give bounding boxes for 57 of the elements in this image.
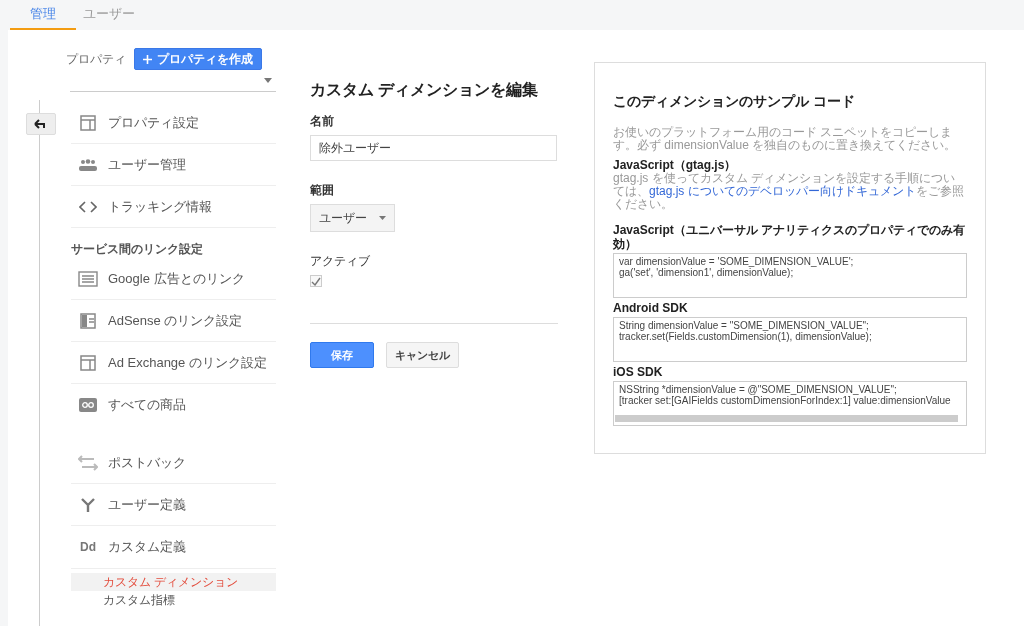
nav-item[interactable]: ユーザー定義	[71, 484, 276, 526]
code-box[interactable]: String dimensionValue = "SOME_DIMENSION_VALUE"; tracker.set(Fields.customDimension(1), dimensionValue);	[613, 317, 967, 362]
nav-subitem[interactable]: カスタム ディメンション	[71, 573, 276, 591]
square-panel-icon	[80, 114, 96, 131]
field-label: 範囲	[310, 182, 335, 199]
snippet-heading: iOS SDK	[613, 365, 664, 379]
back-arrow-icon	[34, 119, 48, 129]
link-tile-icon	[79, 398, 97, 412]
panel-title: このディメンションのサンプル コード	[613, 92, 856, 111]
snippet-heading: JavaScript（ユニバーサル アナリティクスのプロパティでのみ有効）	[613, 223, 967, 251]
fork-icon	[80, 496, 96, 513]
code-box[interactable]: NSString *dimensionValue = @"SOME_DIMENSION_VALUE"; [tracker set:[GAIFields customDimensionForIndex:1] value:dimensionValue	[613, 381, 967, 426]
code-line: tracker.set(Fields.customDimension(1), dimensionValue);	[619, 331, 873, 342]
nav-item[interactable]: トラッキング情報	[71, 186, 276, 228]
plus-icon	[143, 54, 152, 64]
scope-dropdown[interactable]: ユーザー	[310, 204, 395, 232]
nav-subitem[interactable]: カスタム指標	[71, 591, 276, 609]
nav-item[interactable]: Dd カスタム定義	[71, 526, 276, 568]
cancel-button[interactable]: キャンセル	[386, 342, 459, 368]
property-label: プロパティ	[66, 51, 126, 68]
swap-arrows-icon	[78, 454, 98, 471]
code-brackets-icon	[79, 200, 97, 213]
caret-icon	[264, 78, 272, 83]
nav-item[interactable]: ポストバック	[71, 442, 276, 484]
code-box[interactable]: var dimensionValue = 'SOME_DIMENSION_VALUE'; ga('set', 'dimension1', dimensionValue);	[613, 253, 967, 298]
square-panel-icon	[80, 354, 96, 371]
layout-panel-icon	[80, 312, 96, 329]
nav-item[interactable]: Ad Exchange のリンク設定	[71, 342, 276, 384]
tab[interactable]: 管理	[10, 0, 76, 30]
code-line: [tracker set:[GAIFields customDimensionForIndex:1] value:dimensionValue	[619, 395, 952, 406]
active-checkbox[interactable]	[310, 275, 322, 287]
create-property-button[interactable]: プロパティを作成	[134, 48, 262, 70]
code-line: ga('set', 'dimension1', dimensionValue);	[619, 267, 795, 278]
field-label: 名前	[310, 113, 335, 130]
field-label: アクティブ	[310, 253, 371, 270]
ad-panel-icon	[78, 270, 98, 287]
nav-item[interactable]: すべての商品	[71, 384, 276, 426]
nav-item[interactable]: AdSense のリンク設定	[71, 300, 276, 342]
section-heading: サービス間のリンク設定	[70, 241, 204, 258]
code-line: String dimensionValue = "SOME_DIMENSION_VALUE";	[619, 320, 869, 331]
caret-icon	[379, 216, 386, 220]
snippet-heading: JavaScript（gtag.js）	[613, 158, 738, 172]
intro-text: お使いのプラットフォーム用のコード スニペットをコピーします。必ず dimensionValue を独自のものに置き換えてください。	[613, 126, 958, 152]
name-field[interactable]: 除外ユーザー	[310, 135, 557, 161]
docs-link[interactable]: gtag.js についてのデベロッパー向けドキュメント	[649, 184, 916, 198]
horizontal-scrollbar[interactable]	[615, 415, 958, 422]
form-title: カスタム ディメンションを編集	[310, 80, 540, 100]
code-line: var dimensionValue = 'SOME_DIMENSION_VALUE';	[619, 256, 855, 267]
code-line: NSString *dimensionValue = @"SOME_DIMENSION_VALUE";	[619, 384, 897, 395]
snippet-heading: Android SDK	[613, 301, 689, 315]
back-button[interactable]	[26, 113, 56, 135]
people-icon	[78, 158, 98, 171]
nav-item[interactable]: ユーザー管理	[71, 144, 276, 186]
gtag-instructions: gtag.js を使ってカスタム ディメンションを設定する手順については、gtag.js についてのデベロッパー向けドキュメント をご参照ください。	[613, 172, 965, 211]
dd-icon: Dd	[78, 538, 98, 556]
nav-item[interactable]: プロパティ設定	[71, 102, 276, 144]
nav-item[interactable]: Google 広告とのリンク	[71, 258, 276, 300]
